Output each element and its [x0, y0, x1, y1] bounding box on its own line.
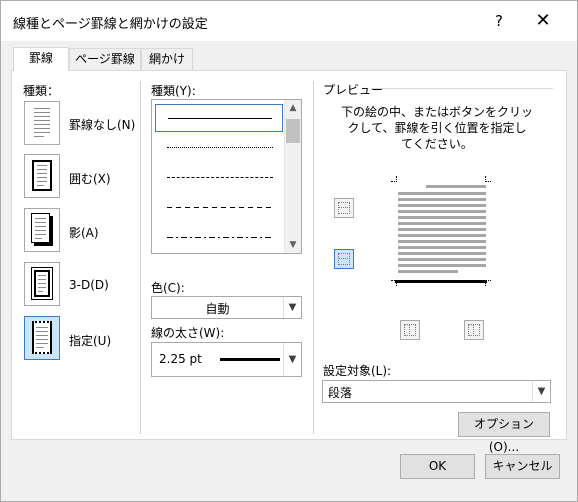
- color-dropdown[interactable]: 自動 ▼: [151, 296, 302, 319]
- line-style-dashed[interactable]: [155, 194, 283, 222]
- setting-header: 種類：: [23, 84, 60, 98]
- line-style-list[interactable]: ▲ ▼: [151, 99, 302, 254]
- line-style-solid[interactable]: [155, 104, 283, 132]
- preview-header: プレビュー: [323, 83, 384, 97]
- color-label: 色(C):: [151, 281, 185, 295]
- setting-shadow-button[interactable]: [24, 208, 60, 252]
- setting-custom-button[interactable]: [24, 316, 60, 360]
- preview-instruction-line-3: てください。: [401, 137, 473, 151]
- setting-box-button[interactable]: [24, 154, 60, 198]
- line-style-dotted[interactable]: [155, 134, 283, 162]
- cancel-button[interactable]: キャンセル: [485, 454, 560, 479]
- setting-custom-label[interactable]: 指定(U): [69, 332, 111, 349]
- setting-none-button[interactable]: [24, 101, 60, 145]
- title-bar: 線種とページ罫線と網かけの設定 ? ✕: [1, 1, 577, 41]
- setting-3d-button[interactable]: [24, 262, 60, 306]
- top-border-icon: [338, 202, 350, 214]
- preview-header-rule: [371, 88, 553, 89]
- scroll-thumb[interactable]: [286, 119, 300, 143]
- right-border-button[interactable]: [464, 320, 484, 340]
- setting-shadow-label[interactable]: 影(A): [69, 224, 99, 241]
- apply-to-label: 設定対象(L):: [323, 364, 392, 378]
- chevron-down-icon[interactable]: ▼: [283, 343, 301, 376]
- left-border-button[interactable]: [400, 320, 420, 340]
- setting-box-label[interactable]: 囲む(X): [69, 170, 111, 187]
- options-button[interactable]: オプション(O)...: [458, 412, 550, 454]
- line-style-dash-dot[interactable]: [155, 224, 283, 252]
- no-border-icon: [25, 102, 59, 144]
- chevron-down-icon[interactable]: ▼: [532, 381, 550, 402]
- chevron-down-icon[interactable]: ▼: [283, 297, 301, 318]
- column-divider-left: [140, 81, 141, 434]
- line-width-sample: [220, 358, 280, 361]
- preview-instructions: 下の絵の中、またはボタンをクリッ クして、罫線を引く位置を指定し てください。: [321, 104, 553, 152]
- line-width-value: 2.25 pt: [159, 352, 202, 366]
- tab-page-border[interactable]: ページ罫線: [69, 48, 141, 70]
- scroll-up-icon[interactable]: ▲: [285, 100, 301, 116]
- width-label: 線の太さ(W):: [151, 326, 225, 340]
- right-border-icon: [468, 324, 480, 336]
- color-value: 自動: [205, 302, 230, 316]
- close-button[interactable]: ✕: [529, 9, 557, 33]
- 3d-border-icon: [31, 267, 53, 300]
- setting-none-label[interactable]: 罫線なし(N): [69, 116, 135, 133]
- border-preview-canvas[interactable]: [385, 176, 495, 288]
- line-style-dashed-fine[interactable]: [155, 164, 283, 192]
- apply-to-dropdown[interactable]: 段落 ▼: [322, 380, 551, 403]
- tab-borders[interactable]: 罫線: [13, 47, 69, 71]
- line-width-dropdown[interactable]: 2.25 pt ▼: [151, 342, 302, 377]
- top-border-button[interactable]: [334, 198, 354, 218]
- dialog-title: 線種とページ罫線と網かけの設定: [13, 17, 208, 32]
- ok-button[interactable]: OK: [400, 454, 475, 479]
- bottom-border-icon: [338, 253, 350, 265]
- custom-border-icon: [32, 321, 52, 354]
- border-shading-dialog: 線種とページ罫線と網かけの設定 ? ✕ 罫線 ページ罫線 網かけ 種類： 罫線な…: [0, 0, 578, 502]
- box-border-icon: [32, 160, 52, 191]
- bottom-border-button[interactable]: [334, 249, 354, 269]
- shadow-border-icon: [31, 213, 53, 246]
- preview-instruction-line-1: 下の絵の中、またはボタンをクリッ: [340, 105, 533, 119]
- tab-shading[interactable]: 網かけ: [141, 48, 193, 70]
- left-border-icon: [404, 324, 416, 336]
- scroll-down-icon[interactable]: ▼: [285, 237, 301, 253]
- setting-3d-label[interactable]: 3-D(D): [69, 278, 109, 292]
- preview-instruction-line-2: クして、罫線を引く位置を指定し: [347, 121, 527, 135]
- apply-to-value: 段落: [328, 386, 353, 400]
- style-header: 種類(Y):: [151, 84, 196, 98]
- help-button[interactable]: ?: [489, 11, 509, 31]
- column-divider-right: [313, 81, 314, 434]
- preview-bottom-border: [395, 280, 487, 283]
- style-list-scrollbar[interactable]: ▲ ▼: [284, 100, 301, 253]
